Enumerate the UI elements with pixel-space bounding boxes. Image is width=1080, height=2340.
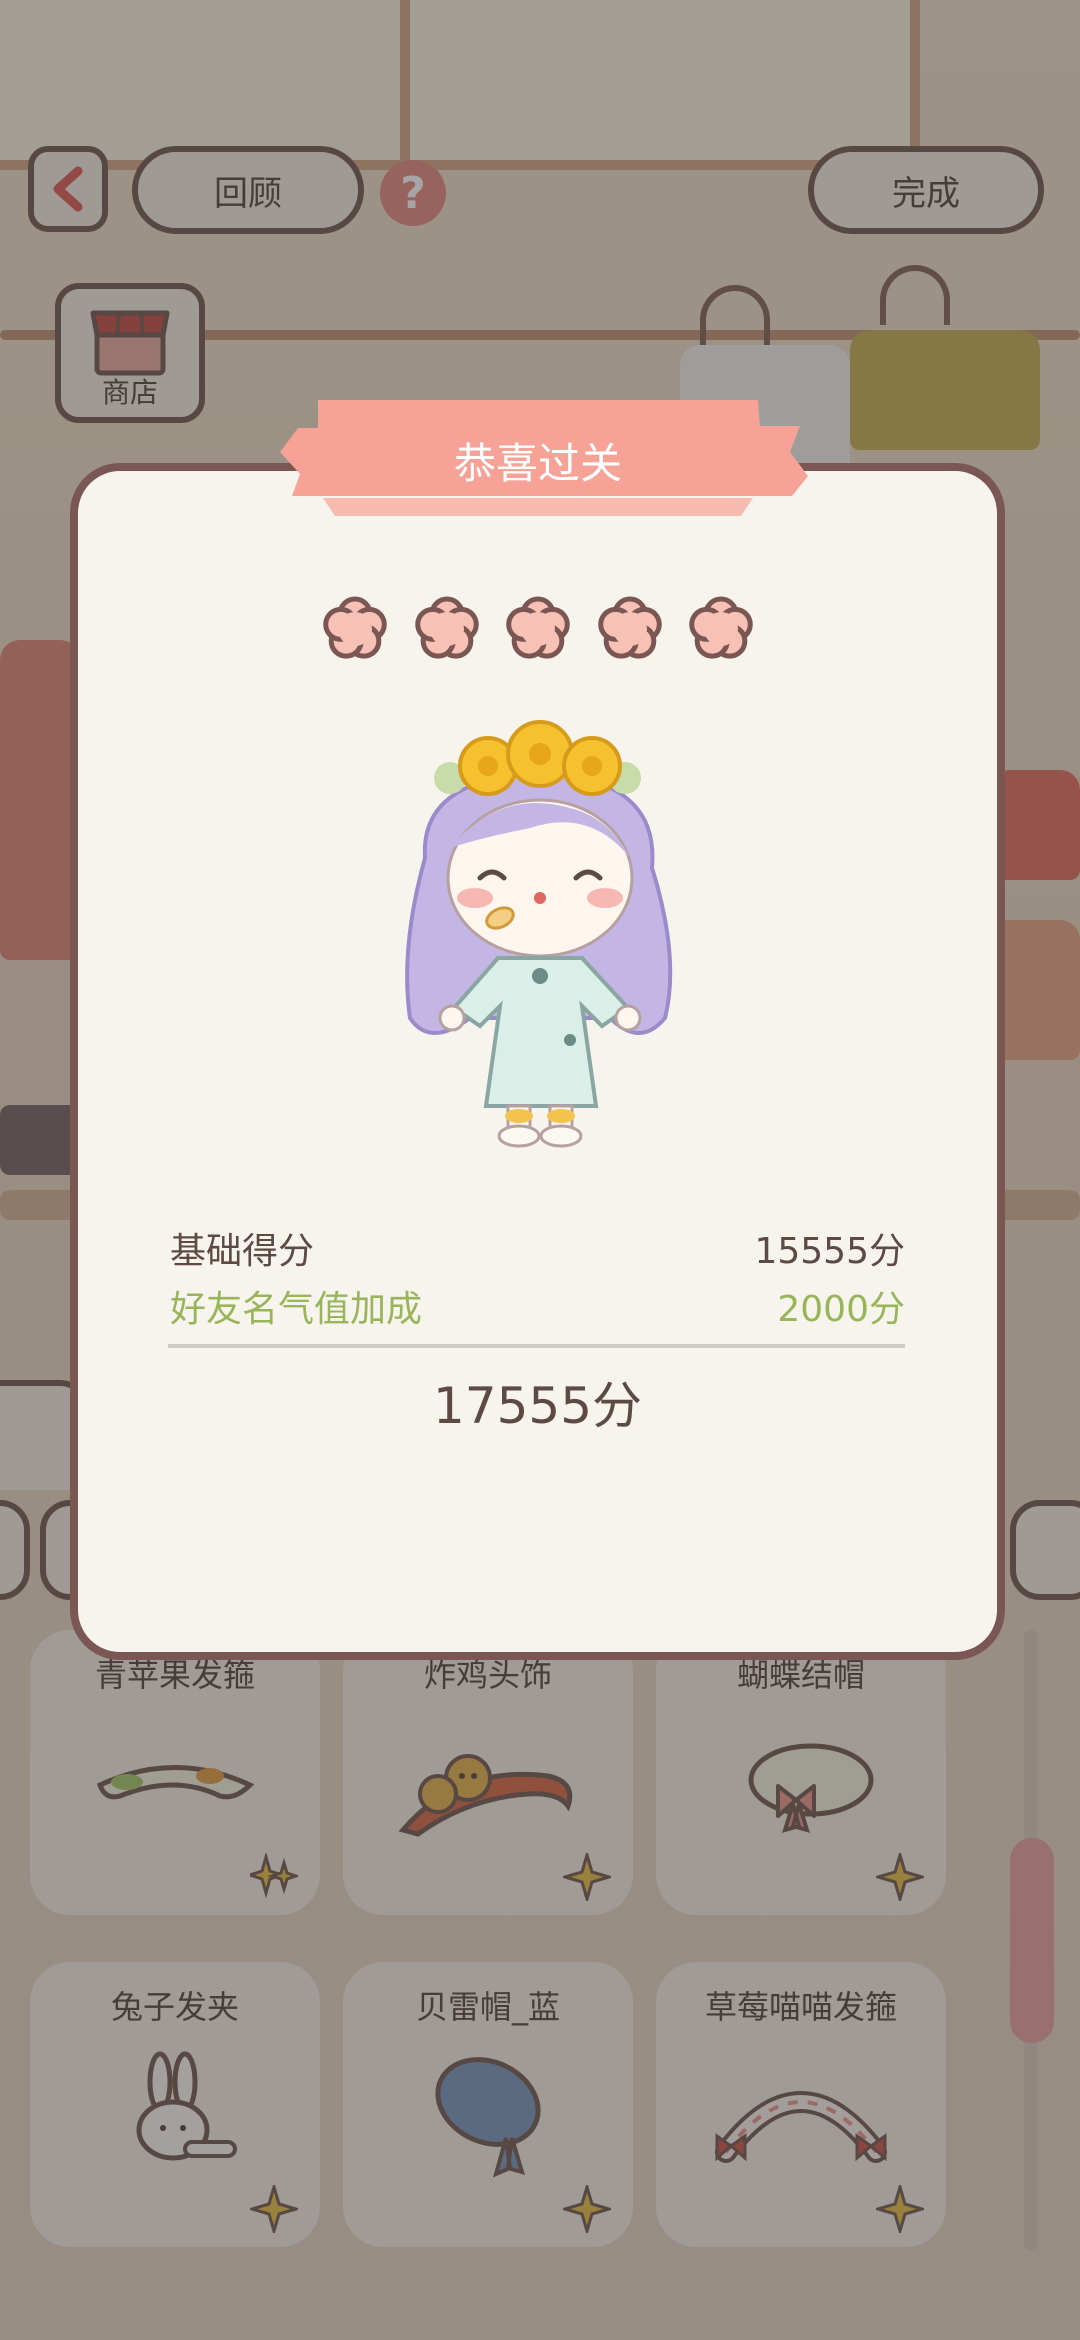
- base-score-label: 基础得分: [170, 1231, 315, 1272]
- star-rating: [318, 590, 758, 664]
- total-score: 17555分: [432, 1377, 643, 1435]
- flower-star-icon: [323, 596, 387, 659]
- friend-bonus-label: 好友名气值加成: [170, 1289, 423, 1330]
- friend-bonus-value: 2000分: [777, 1289, 905, 1330]
- flower-star-icon: [597, 596, 662, 659]
- dressed-character: [405, 720, 673, 1148]
- result-title: 恭喜过关: [453, 439, 622, 488]
- score-divider: [168, 1344, 905, 1348]
- base-score-value: 15555分: [754, 1231, 905, 1272]
- flower-star-icon: [506, 596, 570, 659]
- flower-star-icon: [414, 596, 479, 659]
- flower-star-icon: [689, 596, 753, 659]
